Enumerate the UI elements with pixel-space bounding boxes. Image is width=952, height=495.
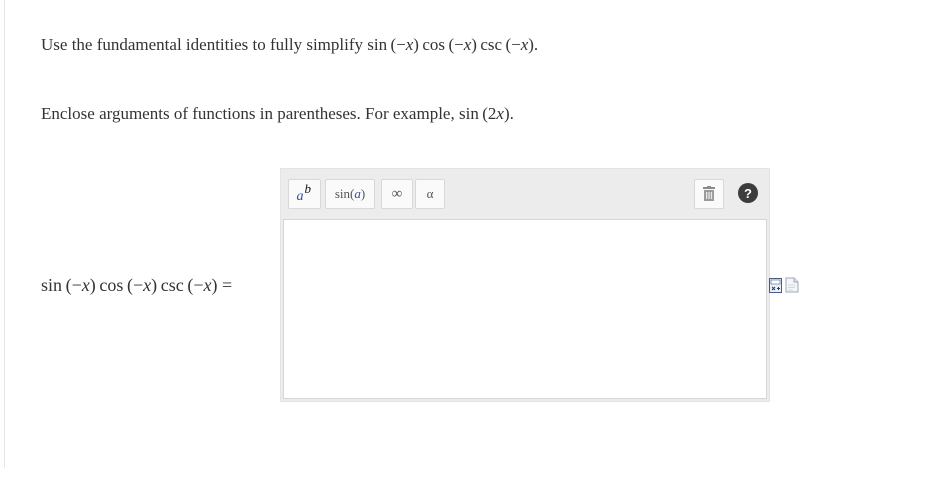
help-icon: ? [744, 185, 752, 201]
help-button[interactable]: ? [738, 183, 758, 203]
lhs-var-3: x [203, 275, 212, 295]
clear-button[interactable] [694, 179, 724, 209]
lhs-equals: = [222, 275, 233, 295]
side-tools [769, 277, 799, 293]
question-text: Use the fundamental identities to fully … [41, 35, 539, 54]
question-csc: csc [480, 35, 503, 54]
power-base: a [296, 189, 304, 204]
question-cos: cos [422, 35, 446, 54]
greek-letters-button[interactable]: α [415, 179, 445, 209]
lhs-close-1: ) [89, 275, 96, 295]
power-icon: a b [295, 181, 315, 205]
trig-fn-label: sin [334, 186, 350, 201]
hint-text: Enclose arguments of functions in parent… [41, 103, 514, 125]
lhs-open-2: (− [127, 275, 144, 295]
alpha-label: α [426, 186, 434, 201]
trash-icon [703, 186, 715, 201]
question-prefix: Use the fundamental identities to fully … [41, 35, 368, 54]
infinity-button[interactable]: ∞ [381, 179, 413, 209]
math-editor: a b sin (a) ∞ α ? [280, 168, 770, 402]
hint-example-var: x [496, 104, 504, 123]
hint-suffix: . [509, 104, 514, 123]
lhs-var-2: x [143, 275, 152, 295]
hint-example-fn: sin [458, 104, 479, 123]
hint-example-open: (2 [482, 104, 497, 123]
lhs-var-1: x [81, 275, 90, 295]
lhs-close-2: ) [151, 275, 158, 295]
lhs-csc: csc [160, 275, 184, 295]
answer-label: sin (−x) cos (−x) csc (−x) = [41, 274, 232, 296]
hint-prefix: Enclose arguments of functions in parent… [41, 104, 459, 123]
lhs-close-3: ) [211, 275, 218, 295]
infinity-label: ∞ [391, 185, 403, 202]
lhs-sin: sin [41, 275, 63, 295]
left-border [4, 0, 5, 468]
trig-function-button[interactable]: sin (a) [325, 179, 375, 209]
document-icon[interactable] [785, 277, 799, 293]
lhs-open-3: (− [187, 275, 204, 295]
lhs-cos: cos [99, 275, 124, 295]
lhs-open-1: (− [65, 275, 82, 295]
power-button[interactable]: a b [288, 179, 321, 209]
math-palette-icon[interactable] [769, 277, 783, 293]
question-sin: sin [367, 35, 388, 54]
power-exp: b [304, 181, 312, 196]
answer-input[interactable] [283, 219, 767, 399]
question-suffix: . [533, 35, 539, 54]
trig-close: ) [360, 186, 366, 201]
